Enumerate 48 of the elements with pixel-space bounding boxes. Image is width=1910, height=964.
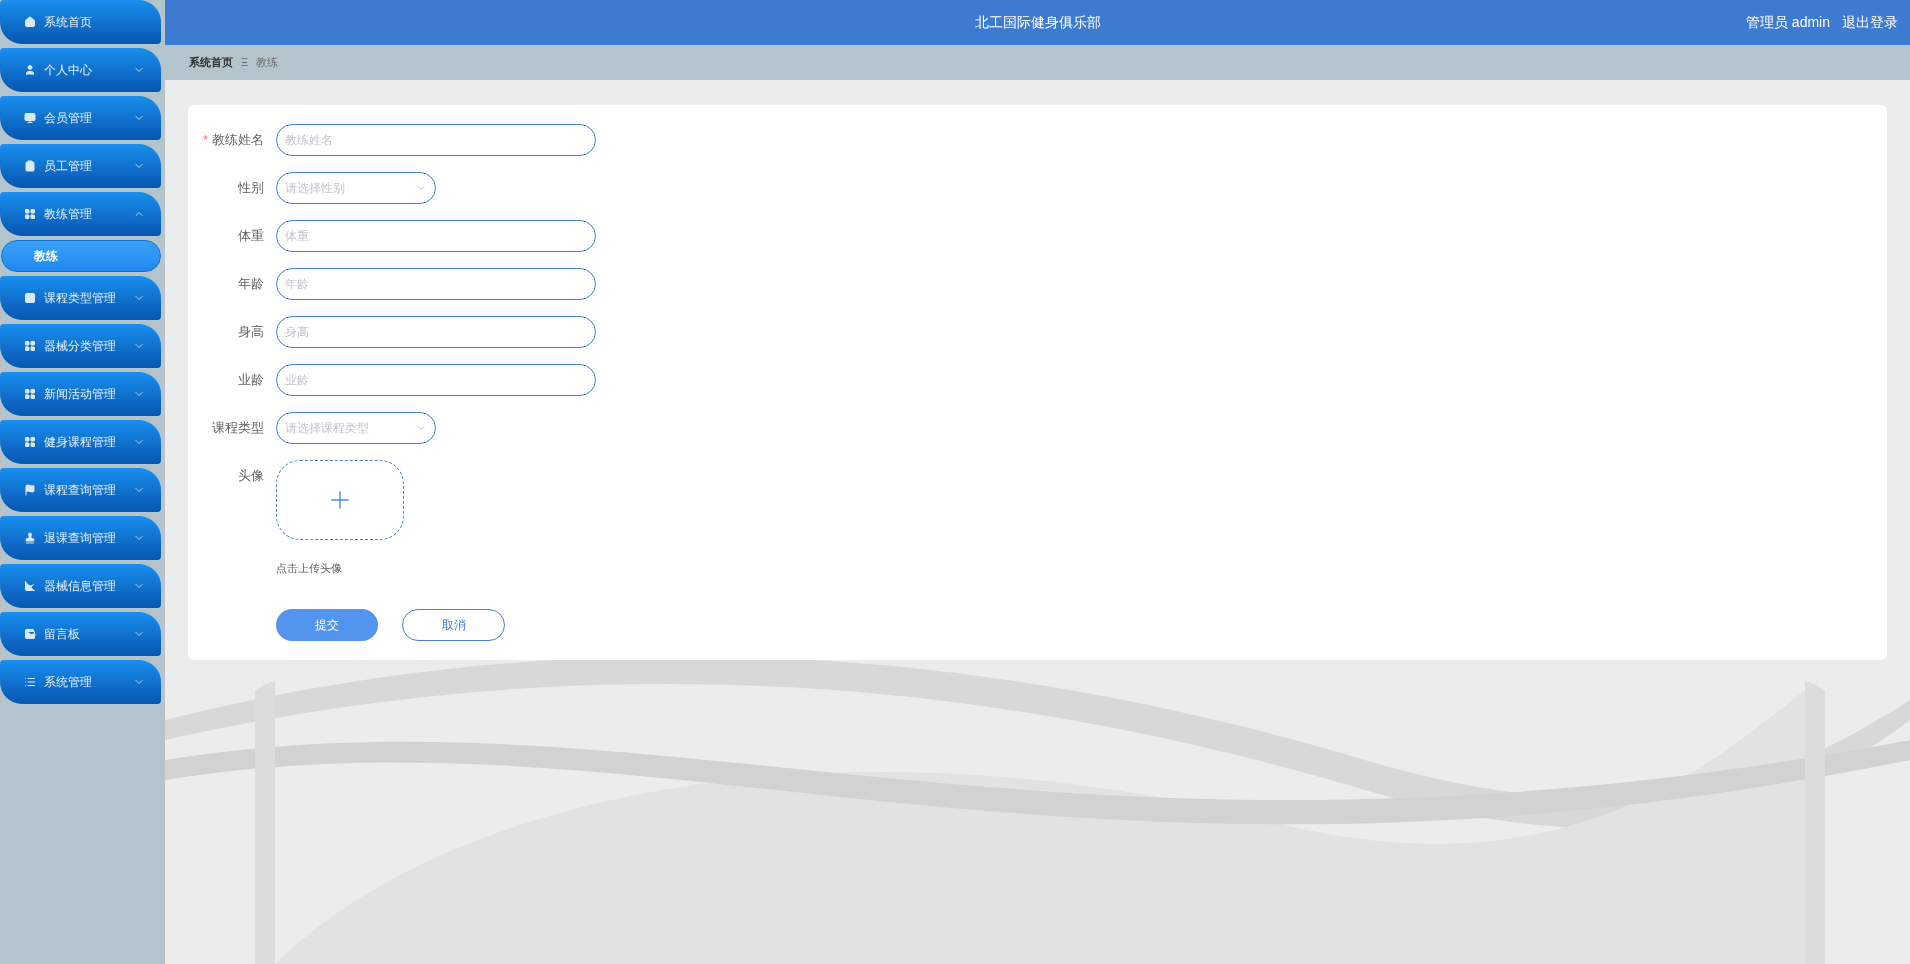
- stamp-icon: [24, 532, 36, 544]
- menu-item[interactable]: 个人中心: [0, 48, 161, 92]
- field-label: 年龄: [238, 275, 264, 294]
- site-title: 北工国际健身俱乐部: [974, 13, 1101, 32]
- breadcrumb-link[interactable]: 系统首页: [189, 54, 233, 71]
- breadcrumb-current: 教练: [256, 55, 279, 71]
- user-label: 管理员 admin: [1745, 13, 1830, 32]
- menu-item[interactable]: 教练管理: [0, 192, 161, 236]
- wallet-icon: [24, 628, 36, 640]
- field-label: 头像: [238, 467, 264, 486]
- upload-area[interactable]: [276, 460, 404, 540]
- menu-item[interactable]: 新闻活动管理: [0, 372, 161, 416]
- input-field[interactable]: 体重: [276, 220, 596, 252]
- field-label: 教练姓名: [212, 131, 264, 150]
- input-field[interactable]: 身高: [276, 316, 596, 348]
- menu-item[interactable]: 会员管理: [0, 96, 161, 140]
- menu-item[interactable]: 课程查询管理: [0, 468, 161, 512]
- logout-link[interactable]: 退出登录: [1842, 12, 1898, 33]
- required-mark: *: [203, 132, 208, 149]
- field-label: 性别: [238, 179, 264, 198]
- breadcrumb-separator: Ξ: [241, 55, 249, 71]
- user-icon: [24, 64, 36, 76]
- input-field[interactable]: 年龄: [276, 268, 596, 300]
- chart-icon: [24, 580, 36, 592]
- menu-item[interactable]: 留言板: [0, 612, 161, 656]
- field-label: 体重: [238, 227, 264, 246]
- monitor-icon: [24, 112, 36, 124]
- upload-hint: 点击上传头像: [276, 561, 343, 576]
- menu-item[interactable]: 课程类型管理: [0, 276, 161, 320]
- menu-item[interactable]: 器械信息管理: [0, 564, 161, 608]
- list-icon: [24, 676, 36, 688]
- cancel-button[interactable]: 取消: [402, 608, 505, 641]
- menu-item[interactable]: 器械分类管理: [0, 324, 161, 368]
- field-label: 课程类型: [212, 419, 264, 438]
- menu-item[interactable]: 系统管理: [0, 660, 161, 704]
- menu-item[interactable]: 健身课程管理: [0, 420, 161, 464]
- field-label: 身高: [238, 323, 264, 342]
- input-field[interactable]: 业龄: [276, 364, 596, 396]
- field-label: 业龄: [238, 371, 264, 390]
- menu-item[interactable]: 系统首页: [0, 0, 161, 44]
- submenu-item[interactable]: 教练: [1, 240, 161, 272]
- flag-icon: [24, 484, 36, 496]
- home-icon: [24, 16, 36, 28]
- submit-button[interactable]: 提交: [276, 608, 378, 641]
- menu-item[interactable]: 员工管理: [0, 144, 161, 188]
- input-field[interactable]: 教练姓名: [276, 124, 596, 156]
- menu-item[interactable]: 退课查询管理: [0, 516, 161, 560]
- clipboard-icon: [24, 160, 36, 172]
